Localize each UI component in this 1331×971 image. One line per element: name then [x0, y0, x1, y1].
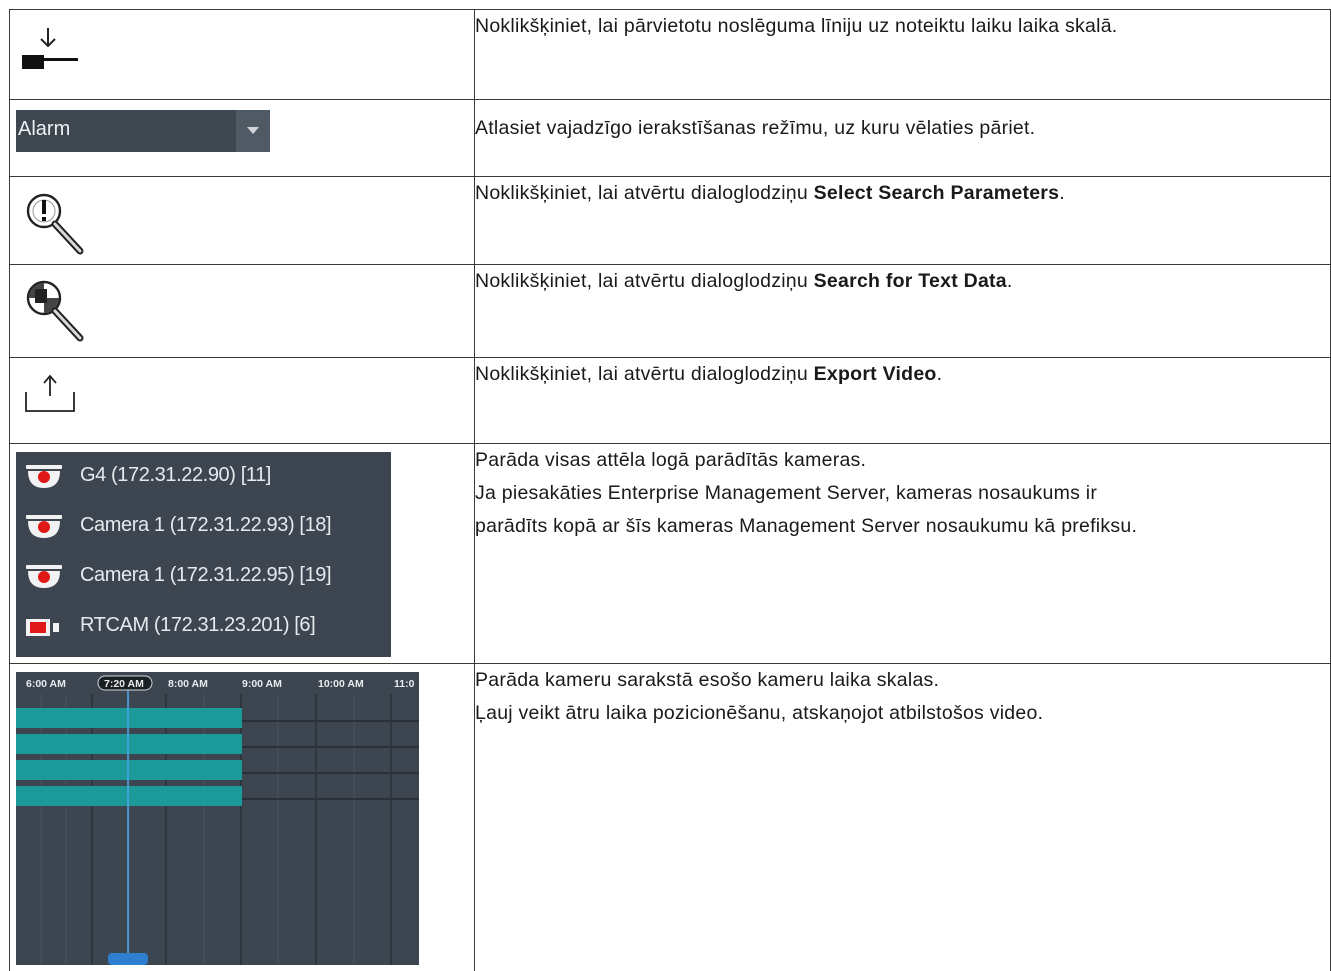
row-description: Parāda kameru sarakstā esošo kameru laik… [475, 664, 1331, 971]
row-camera-list: G4 (172.31.22.90) [11] Camera 1 (172.31.… [10, 444, 1331, 664]
timeline-canvas[interactable]: 6:00 AM 7:20 AM 8:00 AM 9:00 AM 10:00 AM… [16, 672, 419, 965]
recording-mode-dropdown[interactable]: Alarm [16, 110, 270, 152]
search-text-data-icon[interactable] [24, 278, 88, 344]
tick-label: 9:00 AM [242, 678, 282, 690]
search-parameters-icon[interactable] [24, 191, 88, 257]
row-recording-mode: Alarm Atlasiet vajadzīgo ierakstīšanas r… [10, 100, 1331, 177]
description-text: Atlasiet vajadzīgo ierakstīšanas režīmu,… [475, 117, 1035, 139]
move-end-line-icon[interactable] [20, 26, 80, 72]
row-description: Noklikšķiniet, lai atvērtu dialoglodziņu… [475, 265, 1331, 358]
camera-list: G4 (172.31.22.90) [11] Camera 1 (172.31.… [16, 452, 391, 657]
row-description: Noklikšķiniet, lai atvērtu dialoglodziņu… [475, 177, 1331, 265]
icon-cell: 6:00 AM 7:20 AM 8:00 AM 9:00 AM 10:00 AM… [10, 664, 475, 971]
row-description: Noklikšķiniet, lai pārvietotu noslēguma … [475, 10, 1331, 100]
tick-label: 11:0 [394, 678, 415, 690]
camera-list-item[interactable]: RTCAM (172.31.23.201) [6] [16, 608, 391, 644]
icon-cell [10, 265, 475, 358]
dome-camera-icon [24, 564, 64, 590]
camera-label: RTCAM (172.31.23.201) [6] [80, 614, 315, 637]
icon-cell: Alarm [10, 100, 475, 177]
row-description: Noklikšķiniet, lai atvērtu dialoglodziņu… [475, 358, 1331, 444]
camera-label: Camera 1 (172.31.22.95) [19] [80, 564, 331, 587]
description-table: Noklikšķiniet, lai pārvietotu noslēguma … [9, 9, 1331, 971]
description-line: Parāda visas attēla logā parādītās kamer… [475, 444, 1330, 477]
description-line: Parāda kameru sarakstā esošo kameru laik… [475, 664, 1330, 697]
text-prefix: Noklikšķiniet, lai atvērtu dialoglodziņu [475, 182, 814, 204]
dome-camera-icon [24, 514, 64, 540]
text-suffix: . [937, 363, 943, 385]
timeline-track[interactable] [16, 760, 242, 780]
row-description: Parāda visas attēla logā parādītās kamer… [475, 444, 1331, 664]
description-text: Noklikšķiniet, lai atvērtu dialoglodziņu… [475, 270, 1013, 292]
chevron-down-icon[interactable] [236, 110, 270, 152]
row-export-video: Noklikšķiniet, lai atvērtu dialoglodziņu… [10, 358, 1331, 444]
camera-list-item[interactable]: Camera 1 (172.31.22.93) [18] [16, 508, 391, 544]
camera-list-item[interactable]: G4 (172.31.22.90) [11] [16, 458, 391, 494]
export-icon[interactable] [24, 374, 76, 414]
tick-label: 6:00 AM [26, 678, 66, 690]
description-line: parādīts kopā ar šīs kameras Management … [475, 510, 1330, 543]
description-line: Ļauj veikt ātru laika pozicionēšanu, ats… [475, 697, 1330, 730]
dialog-name: Select Search Parameters [814, 182, 1060, 204]
row-search-text-data: Noklikšķiniet, lai atvērtu dialoglodziņu… [10, 265, 1331, 358]
dome-camera-icon [24, 464, 64, 490]
description-line: Ja piesakāties Enterprise Management Ser… [475, 477, 1330, 510]
box-camera-icon [24, 614, 64, 640]
timeline-track[interactable] [16, 708, 242, 728]
camera-timeline[interactable]: 6:00 AM 7:20 AM 8:00 AM 9:00 AM 10:00 AM… [16, 672, 419, 965]
tick-label: 7:20 AM [104, 678, 144, 690]
timeline-track[interactable] [16, 786, 242, 806]
text-suffix: . [1059, 182, 1065, 204]
row-description: Atlasiet vajadzīgo ierakstīšanas režīmu,… [475, 100, 1331, 177]
dialog-name: Export Video [814, 363, 937, 385]
text-prefix: Noklikšķiniet, lai atvērtu dialoglodziņu [475, 363, 814, 385]
icon-cell [10, 10, 475, 100]
row-move-end-line: Noklikšķiniet, lai pārvietotu noslēguma … [10, 10, 1331, 100]
icon-cell [10, 358, 475, 444]
description-text: Noklikšķiniet, lai atvērtu dialoglodziņu… [475, 363, 942, 385]
camera-label: Camera 1 (172.31.22.93) [18] [80, 514, 331, 537]
icon-cell: G4 (172.31.22.90) [11] Camera 1 (172.31.… [10, 444, 475, 664]
text-suffix: . [1007, 270, 1013, 292]
timeline-scrub-handle[interactable] [108, 953, 148, 965]
text-prefix: Noklikšķiniet, lai atvērtu dialoglodziņu [475, 270, 814, 292]
row-search-parameters: Noklikšķiniet, lai atvērtu dialoglodziņu… [10, 177, 1331, 265]
row-timeline: 6:00 AM 7:20 AM 8:00 AM 9:00 AM 10:00 AM… [10, 664, 1331, 971]
timeline-track[interactable] [16, 734, 242, 754]
camera-label: G4 (172.31.22.90) [11] [80, 464, 271, 487]
camera-list-item[interactable]: Camera 1 (172.31.22.95) [19] [16, 558, 391, 594]
tick-label: 10:00 AM [318, 678, 364, 690]
dialog-name: Search for Text Data [814, 270, 1007, 292]
tick-label: 8:00 AM [168, 678, 208, 690]
description-text: Noklikšķiniet, lai atvērtu dialoglodziņu… [475, 182, 1065, 204]
description-text: Noklikšķiniet, lai pārvietotu noslēguma … [475, 15, 1117, 37]
dropdown-selected-value: Alarm [18, 118, 70, 141]
icon-cell [10, 177, 475, 265]
